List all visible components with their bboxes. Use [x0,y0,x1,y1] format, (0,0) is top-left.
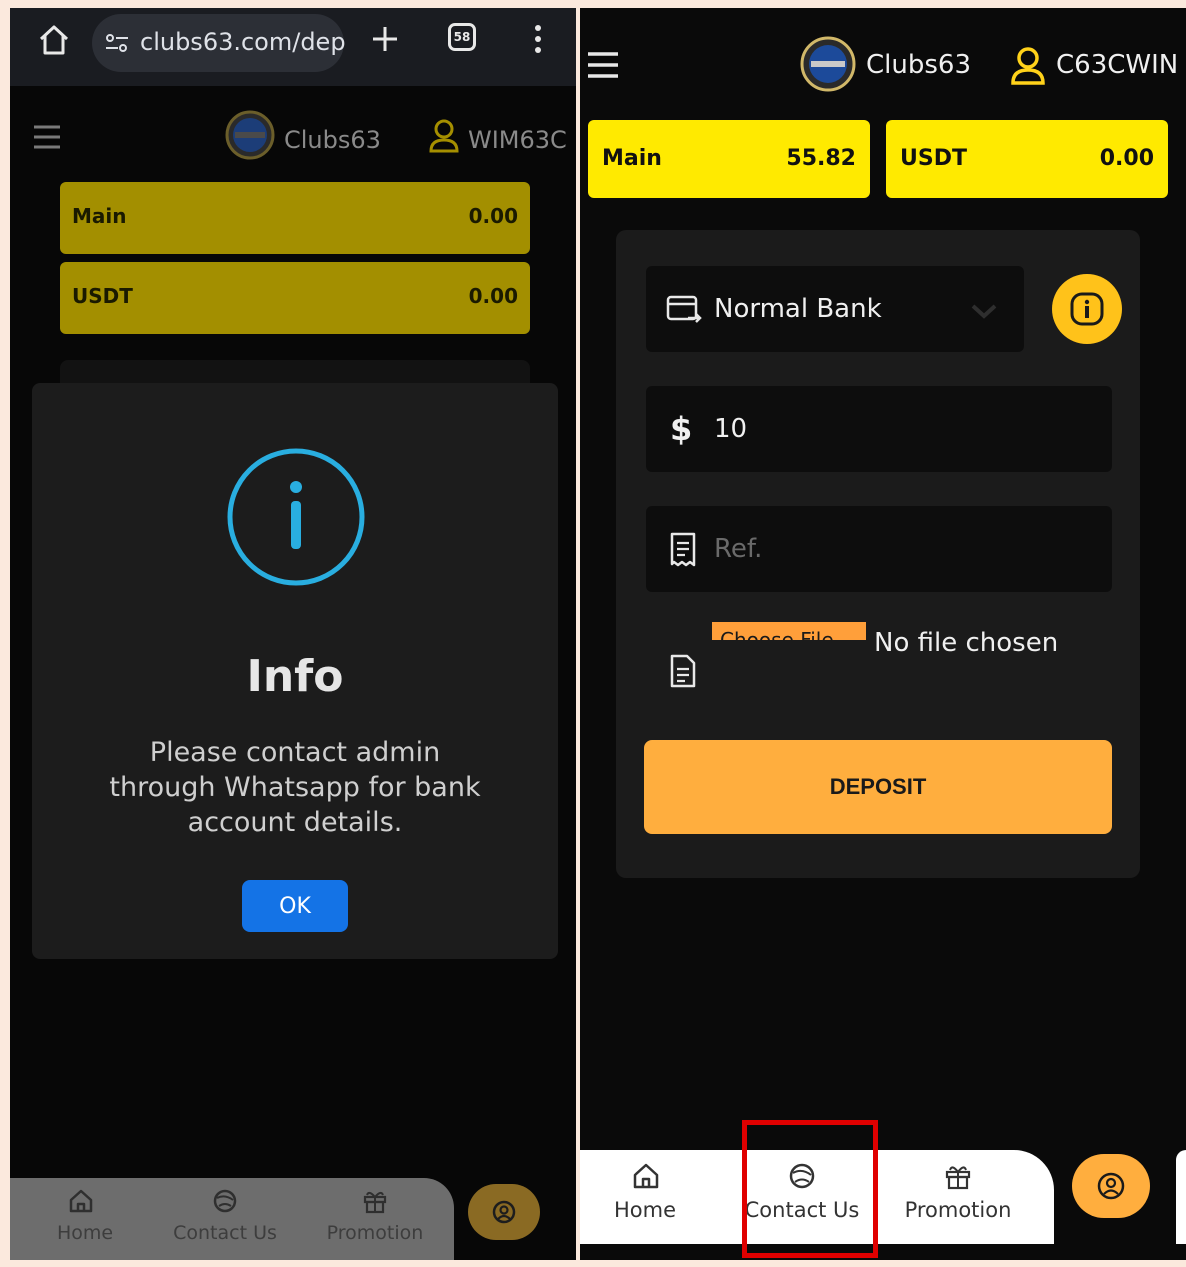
left-phone-screen: clubs63.com/dep 58 Clubs63 WIM63C Main 0… [10,8,576,1260]
contact-globe-icon [213,1189,237,1213]
info-dialog: Info Please contact admin through Whatsa… [32,383,558,959]
hamburger-menu-icon[interactable] [586,50,620,80]
payment-method-select[interactable]: Normal Bank [646,266,1024,352]
nav-contact-label: Contact Us [173,1222,277,1244]
right-phone-screen: Clubs63 C63CWIN Main 55.82 USDT 0.00 Nor… [580,8,1186,1260]
profile-icon [1097,1172,1125,1200]
payment-method-value: Normal Bank [714,294,882,324]
tab-switcher-button[interactable]: 58 [448,23,476,51]
username: C63CWIN [1056,50,1179,80]
dialog-title: Info [246,651,344,702]
dollar-icon: $ [670,410,693,448]
main-balance-value: 0.00 [468,204,518,228]
nav-promotion-label: Promotion [326,1222,424,1244]
deposit-button[interactable]: DEPOSIT [644,740,1112,834]
url-text: clubs63.com/dep [140,28,346,56]
brand-name: Clubs63 [284,126,381,154]
brand-name: Clubs63 [866,50,971,80]
site-settings-icon[interactable] [104,31,130,55]
main-balance-label: Main [602,146,662,171]
home-icon [69,1189,93,1213]
nav-promotion[interactable]: Promotion [300,1178,450,1260]
amount-field[interactable]: $ 10 [646,386,1112,472]
main-balance-tile: Main 55.82 [588,120,870,198]
dialog-message: Please contact admin through Whatsapp fo… [109,737,481,838]
bank-card-icon [666,295,702,323]
profile-button[interactable] [468,1184,540,1240]
file-status: No file chosen [874,628,1059,658]
payment-info-button[interactable] [1052,274,1122,344]
usdt-balance-value: 0.00 [468,284,518,308]
nav-contact-us[interactable]: Contact Us [150,1178,300,1260]
usdt-balance-tile: USDT 0.00 [886,120,1168,198]
usdt-balance-label: USDT [900,146,967,171]
document-icon [670,654,696,688]
username: WIM63C [468,126,567,154]
clubs63-logo [225,110,275,160]
nav-home[interactable]: Home [10,1178,150,1260]
user-icon [429,119,459,153]
amount-value: 10 [714,414,748,444]
nav-home[interactable]: Home [580,1150,724,1244]
reference-placeholder: Ref. [714,534,763,564]
main-balance-value: 55.82 [786,146,856,171]
usdt-balance-tile: USDT 0.00 [60,262,530,334]
choose-file-button[interactable]: Choose File [712,622,866,640]
new-tab-icon[interactable] [370,24,400,54]
info-icon [227,448,365,586]
usdt-balance-label: USDT [72,284,133,308]
nav-promotion[interactable]: Promotion [886,1150,1030,1244]
hamburger-menu-icon[interactable] [32,124,62,150]
user-icon [1011,47,1045,85]
home-icon [633,1163,659,1189]
browser-toolbar: clubs63.com/dep 58 [10,8,576,86]
ok-button[interactable]: OK [242,880,348,932]
usdt-balance-value: 0.00 [1099,146,1154,171]
bottom-nav: Home Contact Us Promotion [10,1178,576,1260]
main-balance-label: Main [72,204,127,228]
gift-icon [945,1166,971,1190]
choose-file-label: Choose File [720,628,834,640]
deposit-form-card: Normal Bank $ 10 Ref. Choose File No fil… [616,230,1140,878]
contact-us-highlight-box [742,1120,878,1258]
home-icon[interactable] [36,22,72,58]
address-bar[interactable]: clubs63.com/dep [92,14,346,72]
reference-field[interactable]: Ref. [646,506,1112,592]
info-icon [1070,292,1104,326]
main-balance-tile: Main 0.00 [60,182,530,254]
app-header: Clubs63 WIM63C [10,86,576,186]
nav-home-label: Home [56,1222,114,1244]
chevron-down-icon [971,304,997,319]
receipt-icon [670,532,696,567]
nav-home-label: Home [613,1198,676,1222]
gift-icon [363,1191,387,1214]
nav-promotion-label: Promotion [904,1198,1012,1222]
clubs63-logo [800,36,856,92]
more-menu-icon[interactable] [526,22,550,56]
profile-button[interactable] [1072,1154,1150,1218]
profile-icon [492,1200,516,1224]
